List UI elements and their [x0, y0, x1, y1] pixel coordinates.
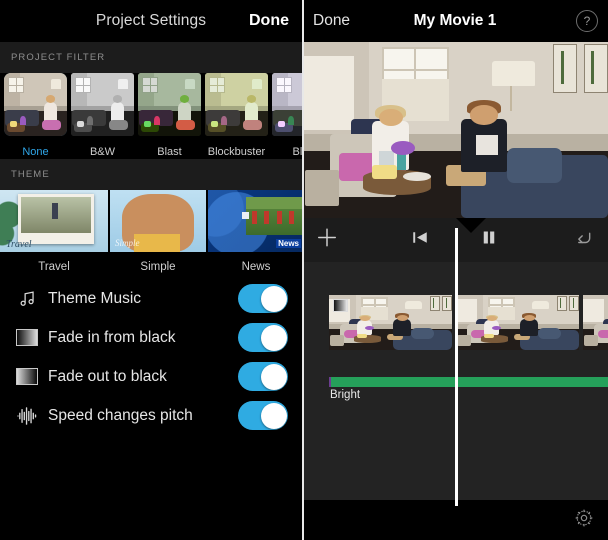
- setting-row-fade-in[interactable]: Fade in from black: [0, 318, 302, 357]
- project-filter-header-label: PROJECT FILTER: [11, 52, 106, 63]
- theme-thumbnail: Travel: [0, 190, 108, 252]
- toggle-fade-out[interactable]: [238, 362, 288, 391]
- filter-label: None: [22, 146, 49, 158]
- timeline[interactable]: Bright: [302, 228, 608, 506]
- fade-in-icon: [12, 329, 42, 346]
- setting-label: Fade out to black: [48, 367, 167, 385]
- filter-option-blockbuster[interactable]: Blockbuster: [205, 73, 268, 159]
- audio-track-label: Bright: [330, 389, 361, 401]
- filter-label: B&W: [89, 146, 116, 158]
- setting-row-fade-out[interactable]: Fade out to black: [0, 357, 302, 396]
- theme-overlay-text: Simple: [115, 238, 140, 248]
- timeline-clip[interactable]: [329, 295, 452, 350]
- toggle-theme-music[interactable]: [238, 284, 288, 313]
- filter-thumbnail: [138, 73, 201, 136]
- setting-row-theme-music[interactable]: Theme Music: [0, 279, 302, 318]
- theme-header-label: THEME: [11, 169, 50, 180]
- help-glyph: ?: [583, 14, 591, 28]
- filter-thumbnail: [205, 73, 268, 136]
- skip-to-start-button[interactable]: [410, 229, 430, 252]
- project-filter-section-header: PROJECT FILTER: [0, 42, 302, 73]
- project-settings-navbar: Project Settings Done: [0, 0, 302, 42]
- setting-label: Theme Music: [48, 289, 142, 307]
- project-settings-panel: Project Settings Done PROJECT FILTER Non…: [0, 0, 302, 540]
- setting-label: Speed changes pitch: [48, 406, 193, 424]
- theme-overlay-text: News: [276, 239, 301, 248]
- filter-option-blue[interactable]: Blue: [272, 73, 302, 159]
- theme-option-travel[interactable]: Travel Travel: [0, 190, 108, 275]
- theme-overlay-text: Travel: [6, 239, 32, 250]
- filter-option-bw[interactable]: B&W: [71, 73, 134, 159]
- toggle-speed-pitch[interactable]: [238, 401, 288, 430]
- panel-divider: [302, 0, 304, 540]
- theme-label: News: [241, 261, 271, 273]
- filter-thumbnail: [4, 73, 67, 136]
- app-screen: Project Settings Done PROJECT FILTER Non…: [0, 0, 608, 540]
- filter-carousel[interactable]: None B&W Blast Blockbuster Bl: [0, 73, 302, 159]
- audio-track[interactable]: [329, 377, 608, 387]
- fade-out-icon: [12, 368, 42, 385]
- done-button[interactable]: Done: [249, 12, 289, 30]
- waveform-icon: [12, 406, 42, 425]
- editor-bottom-bar: [302, 500, 608, 540]
- theme-option-news[interactable]: News News: [208, 190, 302, 275]
- clip-filter-badge-icon: [333, 299, 348, 312]
- theme-thumbnail: News: [208, 190, 302, 252]
- gear-icon[interactable]: [574, 508, 594, 528]
- movie-editor-panel: Done My Movie 1 ? Bright: [302, 0, 608, 540]
- theme-option-simple[interactable]: Simple Simple: [110, 190, 206, 275]
- editor-done-button[interactable]: Done: [313, 12, 350, 30]
- toggle-fade-in[interactable]: [238, 323, 288, 352]
- filter-option-blast[interactable]: Blast: [138, 73, 201, 159]
- music-note-icon: [12, 289, 42, 308]
- theme-carousel[interactable]: Travel Travel Simple Simple News News: [0, 190, 302, 275]
- theme-thumbnail: Simple: [110, 190, 206, 252]
- theme-label: Simple: [140, 261, 176, 273]
- filter-thumbnail: [272, 73, 302, 136]
- movie-title: My Movie 1: [413, 12, 497, 29]
- timeline-clip[interactable]: [456, 295, 579, 350]
- filter-label: Blue: [292, 146, 302, 158]
- filter-thumbnail: [71, 73, 134, 136]
- setting-label: Fade in from black: [48, 328, 176, 346]
- filter-label: Blockbuster: [207, 146, 266, 158]
- timeline-clip-track[interactable]: [329, 295, 608, 350]
- filter-option-none[interactable]: None: [4, 73, 67, 159]
- setting-row-speed-pitch[interactable]: Speed changes pitch: [0, 396, 302, 435]
- playhead-marker-icon: [456, 218, 486, 233]
- filter-label: Blast: [157, 146, 182, 158]
- undo-button[interactable]: [572, 228, 594, 253]
- add-media-button[interactable]: [316, 227, 338, 254]
- timeline-clip[interactable]: [583, 295, 608, 350]
- editor-navbar: Done My Movie 1 ?: [302, 0, 608, 42]
- page-title: Project Settings: [95, 12, 207, 29]
- playhead[interactable]: [455, 228, 458, 506]
- settings-list: Theme Music Fade in from black Fade out …: [0, 275, 302, 435]
- help-icon[interactable]: ?: [576, 10, 598, 32]
- theme-section-header: THEME: [0, 159, 302, 190]
- theme-label: Travel: [38, 261, 70, 273]
- video-preview[interactable]: [302, 42, 608, 218]
